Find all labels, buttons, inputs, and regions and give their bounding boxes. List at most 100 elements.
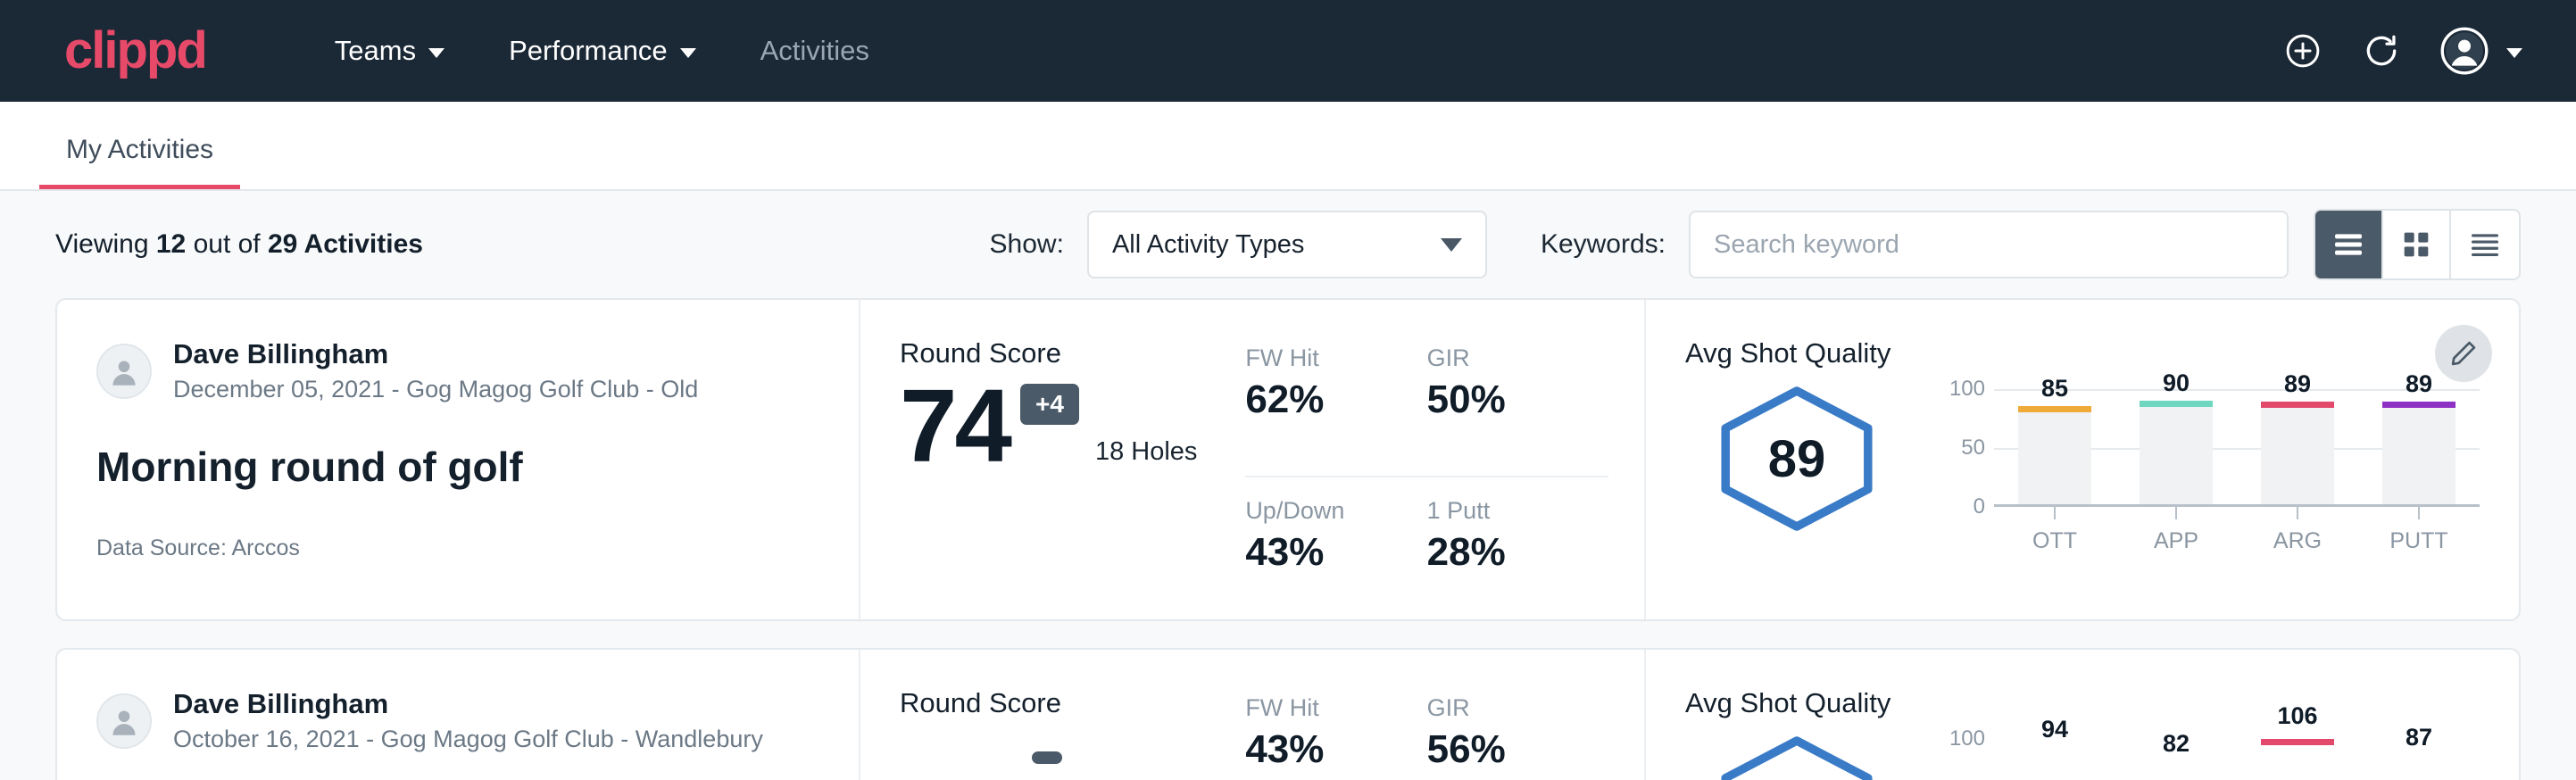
account-avatar-icon <box>2440 27 2489 75</box>
viewing-mid: out of <box>186 229 268 259</box>
tab-my-activities[interactable]: My Activities <box>39 135 240 189</box>
shot-quality-panel: Avg Shot Quality 100 <box>1646 650 2519 780</box>
top-navigation-bar: clippd Teams Performance Activities <box>0 0 2576 102</box>
chart-bar-putt: 89 <box>2358 389 2480 504</box>
chart-y-axis: 100 50 0 <box>1935 389 1994 507</box>
activity-type-value: All Activity Types <box>1112 230 1441 260</box>
holes-label: 18 Holes <box>1095 437 1197 474</box>
stat-label: FW Hit <box>1245 694 1426 722</box>
round-stats: FW Hit 62% GIR 50% Up/Down 43% 1 Putt 28… <box>1245 337 1608 619</box>
view-mode-grid-button[interactable] <box>2383 211 2451 278</box>
avg-shot-quality-label: Avg Shot Quality <box>1685 687 2480 719</box>
chart-plot-area: 94 82 106 <box>1994 739 2480 780</box>
search-input[interactable]: Search keyword <box>1689 211 2289 278</box>
search-placeholder: Search keyword <box>1714 230 1899 260</box>
refresh-button[interactable] <box>2362 31 2401 71</box>
bar-value: 94 <box>1994 716 2115 743</box>
round-score-block: Round Score 74 +4 18 Holes <box>900 337 1245 619</box>
bar-cap <box>2382 402 2456 408</box>
stat-label: GIR <box>1427 344 1608 372</box>
score-to-par-badge <box>1032 751 1062 764</box>
viewing-prefix: Viewing <box>55 229 156 259</box>
stat-value: 43% <box>1245 530 1426 575</box>
stat-value: 56% <box>1427 727 1608 772</box>
list-view-icon <box>2331 227 2366 262</box>
bar-value: 106 <box>2237 702 2358 730</box>
y-tick: 50 <box>1961 436 1985 461</box>
chart-bar-app: 82 <box>2115 739 2237 780</box>
stat-gir: GIR 56% <box>1427 694 1608 780</box>
shot-quality-chart: 100 94 82 106 <box>1908 725 2480 780</box>
chart-x-labels: OTT APP ARG PUTT <box>1935 528 2480 554</box>
user-name: Dave Billingham <box>173 337 698 372</box>
x-label: ARG <box>2237 528 2358 554</box>
nav-item-activities[interactable]: Activities <box>728 35 902 67</box>
chart-x-ticks <box>1935 507 2480 519</box>
pencil-icon <box>2448 338 2479 369</box>
chart-y-axis: 100 <box>1935 739 1994 780</box>
view-mode-compact-button[interactable] <box>2451 211 2519 278</box>
activity-list: Dave Billingham December 05, 2021 - Gog … <box>0 298 2576 780</box>
x-label: PUTT <box>2358 528 2480 554</box>
activity-card[interactable]: Dave Billingham October 16, 2021 - Gog M… <box>55 648 2521 780</box>
bar-value: 89 <box>2237 370 2358 398</box>
y-tick: 0 <box>1974 494 1985 519</box>
compact-view-icon <box>2467 227 2503 262</box>
stat-fw-hit: FW Hit 43% <box>1245 694 1426 780</box>
edit-activity-button[interactable] <box>2435 325 2492 382</box>
round-score-label: Round Score <box>900 687 1245 719</box>
shot-quality-panel: Avg Shot Quality 89 100 50 <box>1646 300 2519 619</box>
activity-scores: Round Score FW Hit 43% GIR 56% <box>860 650 1646 780</box>
chart-plot-area: 85 90 <box>1994 389 2480 507</box>
nav-item-activities-label: Activities <box>760 35 869 67</box>
nav-item-teams[interactable]: Teams <box>303 35 477 67</box>
avatar <box>96 693 152 749</box>
round-stats: FW Hit 43% GIR 56% <box>1245 687 1608 780</box>
shot-quality-hexagon <box>1685 725 1908 780</box>
x-label: APP <box>2115 528 2237 554</box>
viewing-count: 12 <box>156 229 186 259</box>
x-label: OTT <box>1994 528 2115 554</box>
activity-meta: December 05, 2021 - Gog Magog Golf Club … <box>173 374 698 405</box>
activity-type-select[interactable]: All Activity Types <box>1087 211 1487 278</box>
tab-my-activities-label: My Activities <box>66 135 213 164</box>
activity-summary: Dave Billingham October 16, 2021 - Gog M… <box>57 650 860 780</box>
nav-item-performance-label: Performance <box>509 35 667 67</box>
chevron-down-icon <box>680 48 696 58</box>
activity-card[interactable]: Dave Billingham December 05, 2021 - Gog … <box>55 298 2521 621</box>
stat-value: 28% <box>1427 530 1608 575</box>
chart-bar-app: 90 <box>2115 389 2237 504</box>
y-tick: 100 <box>1949 726 1985 751</box>
chart-bar-arg: 89 <box>2237 389 2358 504</box>
bar-cap <box>2261 402 2334 408</box>
primary-nav: Teams Performance Activities <box>303 35 902 67</box>
view-mode-toggle <box>2314 209 2521 280</box>
viewing-count-text: Viewing 12 out of 29 Activities <box>55 229 423 260</box>
chart-bar-ott: 94 <box>1994 739 2115 780</box>
view-mode-list-button[interactable] <box>2315 211 2383 278</box>
activity-user: Dave Billingham October 16, 2021 - Gog M… <box>96 687 819 755</box>
account-menu[interactable] <box>2440 27 2522 75</box>
activity-scores: Round Score 74 +4 18 Holes FW Hit 62% GI… <box>860 300 1646 619</box>
show-label: Show: <box>990 229 1064 260</box>
stat-value: 62% <box>1245 378 1426 422</box>
stat-label: Up/Down <box>1245 497 1426 525</box>
score-to-par-badge: +4 <box>1020 384 1079 425</box>
nav-item-performance[interactable]: Performance <box>477 35 727 67</box>
hexagon-icon <box>1712 734 1882 780</box>
avg-shot-quality-label: Avg Shot Quality <box>1685 337 2480 369</box>
bar-value: 90 <box>2115 369 2237 397</box>
stat-fw-hit: FW Hit 62% <box>1245 344 1426 477</box>
stat-up-down: Up/Down 43% <box>1245 497 1426 619</box>
stat-1-putt: 1 Putt 28% <box>1427 497 1608 619</box>
chart-axis-line <box>1994 504 2480 507</box>
y-tick: 100 <box>1949 377 1985 402</box>
bar-value: 82 <box>2115 730 2237 758</box>
activity-meta: October 16, 2021 - Gog Magog Golf Club -… <box>173 724 763 755</box>
round-score-label: Round Score <box>900 337 1245 369</box>
activity-title: Morning round of golf <box>96 443 819 491</box>
stat-value: 50% <box>1427 378 1608 422</box>
round-score-value: 74 <box>900 378 1010 474</box>
add-button[interactable] <box>2283 31 2323 71</box>
clippd-logo[interactable]: clippd <box>64 25 206 77</box>
